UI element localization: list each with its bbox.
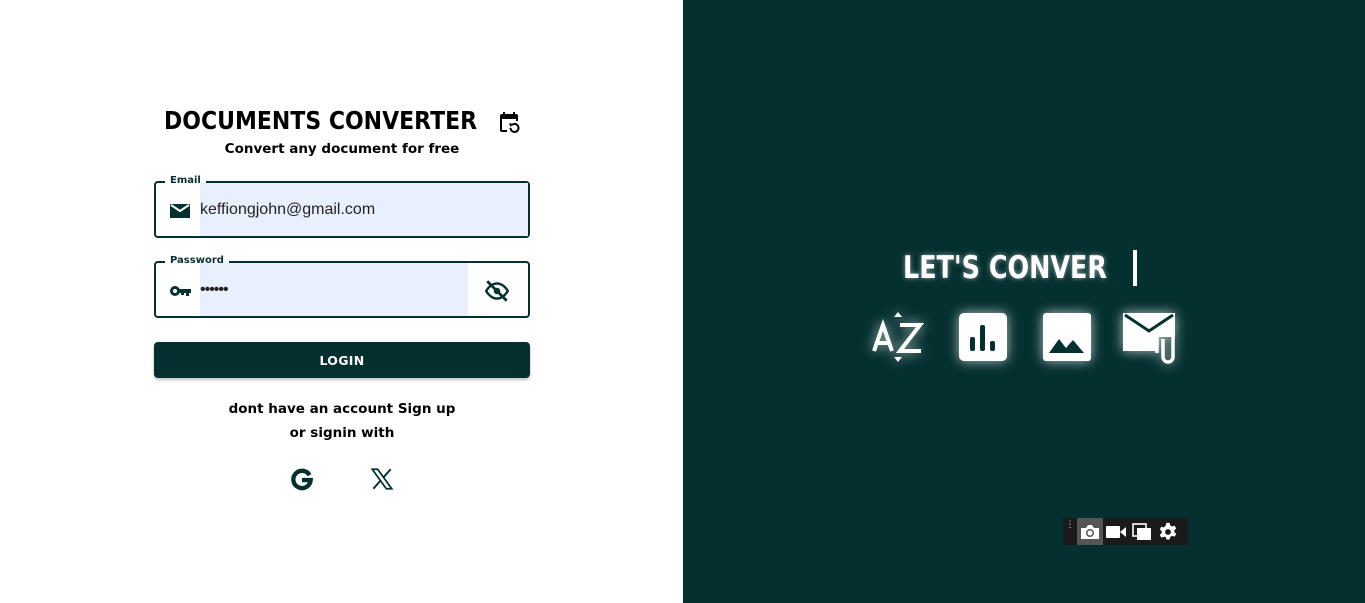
password-autofill-bg [200, 263, 468, 316]
email-input[interactable]: keffiongjohn@gmail.com [200, 183, 375, 236]
capture-toolbar: ⋮ [1063, 518, 1188, 545]
signin-with-text: or signin with [289, 425, 395, 441]
signup-link[interactable]: dont have an account Sign up [154, 401, 530, 417]
login-button[interactable]: LOGIN [154, 342, 530, 378]
typing-cursor [1133, 250, 1137, 286]
calendar-refresh-icon [500, 112, 520, 133]
video-button[interactable] [1103, 518, 1129, 545]
mail-icon [170, 204, 190, 218]
typing-text: LET'S CONVER [903, 250, 1108, 286]
drag-handle-icon[interactable]: ⋮ [1063, 518, 1077, 545]
bar-chart-icon [959, 313, 1007, 361]
camera-icon [1081, 524, 1099, 539]
google-icon[interactable] [289, 466, 315, 492]
visibility-off-icon[interactable] [484, 278, 510, 304]
typing-headline: LET'S CONVER [903, 248, 1152, 288]
email-field[interactable]: Email keffiongjohn@gmail.com [154, 174, 530, 238]
key-icon [170, 286, 191, 296]
hero-panel [683, 0, 1365, 603]
login-panel: DOCUMENTS CONVERTER Convert any document… [0, 0, 683, 603]
video-icon [1106, 525, 1126, 538]
password-input[interactable]: •••••• [200, 263, 229, 316]
page-subtitle: Convert any document for free [224, 141, 460, 157]
mail-attachment-icon [1123, 313, 1175, 364]
gear-icon [1159, 522, 1177, 539]
page-title: DOCUMENTS CONVERTER [164, 105, 478, 135]
title-row: DOCUMENTS CONVERTER [164, 104, 524, 136]
sort-az-icon [872, 312, 925, 362]
window-button[interactable] [1129, 518, 1155, 545]
password-field[interactable]: Password •••••• [154, 254, 530, 318]
settings-button[interactable] [1155, 518, 1181, 545]
camera-button[interactable] [1077, 518, 1103, 545]
window-icon [1132, 522, 1151, 540]
x-icon[interactable] [369, 466, 395, 492]
image-icon [1043, 313, 1091, 361]
